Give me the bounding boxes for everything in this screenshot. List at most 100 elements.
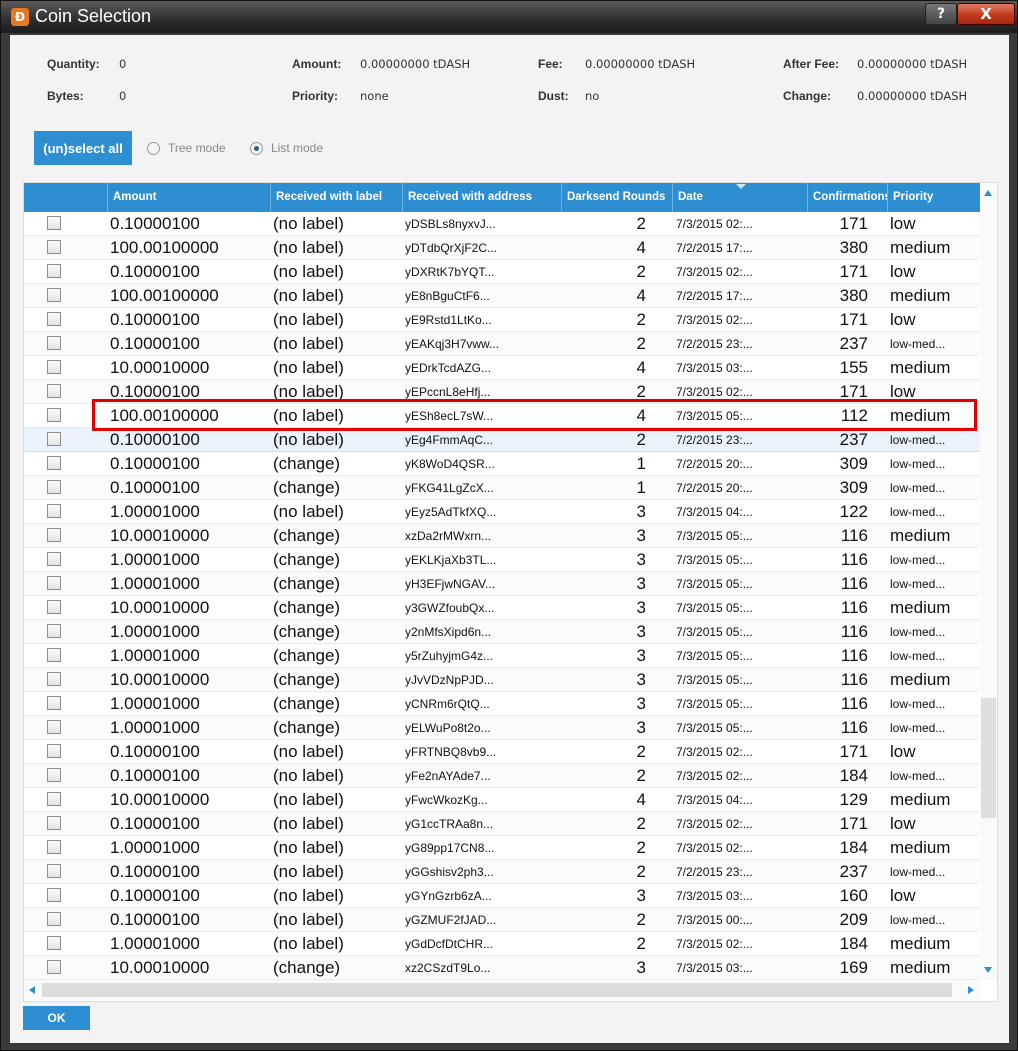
table-row[interactable]: 1.00001000 (no label) yEyz5AdTkfXQ... 3 7/3/… — [24, 500, 980, 524]
column-header-confirmations[interactable]: Confirmations — [807, 183, 887, 212]
close-button[interactable]: X — [957, 3, 1015, 25]
help-button[interactable]: ? — [925, 3, 957, 25]
column-header-label[interactable]: Received with label — [270, 183, 402, 212]
darksend-rounds-cell: 4 — [636, 358, 646, 377]
table-row[interactable]: 0.10000100 (no label) yEAKqj3H7vww... 2 7/2/… — [24, 332, 980, 356]
title-bar[interactable]: Đ Coin Selection ? X — [1, 1, 1017, 33]
row-checkbox[interactable] — [47, 840, 61, 854]
column-header-address[interactable]: Received with address — [402, 183, 561, 212]
column-header-select[interactable] — [24, 183, 107, 212]
row-checkbox[interactable] — [47, 480, 61, 494]
table-row[interactable]: 10.00010000 (no label) yFwcWkozKg... 4 7/3/2… — [24, 788, 980, 812]
row-checkbox[interactable] — [47, 336, 61, 350]
priority-cell: medium — [890, 358, 951, 377]
confirmations-cell: 122 — [839, 502, 868, 521]
table-row[interactable]: 0.10000100 (change) yFKG41LgZcX... 1 7/2/201… — [24, 476, 980, 500]
date-cell: 7/3/2015 04:... — [676, 793, 753, 807]
table-row[interactable]: 10.00010000 (change) y3GWZfoubQx... 3 7/3/20… — [24, 596, 980, 620]
row-checkbox[interactable] — [47, 576, 61, 590]
row-checkbox[interactable] — [47, 264, 61, 278]
table-row[interactable]: 0.10000100 (no label) yGGshisv2ph3... 2 7/2/… — [24, 860, 980, 884]
row-checkbox[interactable] — [47, 432, 61, 446]
priority-cell: medium — [890, 790, 951, 809]
table-row[interactable]: 10.00010000 (change) yJvVDzNpPJD... 3 7/3/20… — [24, 668, 980, 692]
table-row[interactable]: 0.10000100 (no label) yFe2nAYAde7... 2 7/3/2… — [24, 764, 980, 788]
table-row[interactable]: 0.10000100 (no label) yFRTNBQ8vb9... 2 7/3/2… — [24, 740, 980, 764]
scroll-down-arrow-icon[interactable] — [984, 967, 992, 973]
row-checkbox[interactable] — [47, 696, 61, 710]
row-checkbox[interactable] — [47, 864, 61, 878]
scroll-left-arrow-icon[interactable] — [29, 986, 35, 994]
vertical-scrollbar[interactable] — [980, 183, 997, 980]
priority-cell: medium — [890, 598, 951, 617]
priority-cell: low — [890, 214, 916, 233]
date-cell: 7/3/2015 03:... — [676, 361, 753, 375]
table-row[interactable]: 1.00001000 (change) y5rZuhyjmG4z... 3 7/3/20… — [24, 644, 980, 668]
table-row[interactable]: 0.10000100 (no label) yDXRtK7bYQT... 2 7/3/2… — [24, 260, 980, 284]
row-checkbox[interactable] — [47, 888, 61, 902]
table-row[interactable]: 0.10000100 (no label) yE9Rstd1LtKo... 2 7/3/… — [24, 308, 980, 332]
row-checkbox[interactable] — [47, 624, 61, 638]
row-checkbox[interactable] — [47, 456, 61, 470]
table-row[interactable]: 0.10000100 (no label) yG1ccTRAa8n... 2 7/3/2… — [24, 812, 980, 836]
table-row[interactable]: 1.00001000 (change) yH3EFjwNGAV... 3 7/3/201… — [24, 572, 980, 596]
table-row[interactable]: 10.00010000 (no label) yEDrkTcdAZG... 4 7/3/… — [24, 356, 980, 380]
row-checkbox[interactable] — [47, 792, 61, 806]
ok-button[interactable]: OK — [23, 1006, 90, 1030]
label-cell: (no label) — [273, 790, 344, 809]
address-cell: yGdDcfDtCHR... — [405, 937, 494, 951]
table-row[interactable]: 1.00001000 (no label) yGdDcfDtCHR... 2 7/3/2… — [24, 932, 980, 956]
priority-cell: medium — [890, 286, 951, 305]
darksend-rounds-cell: 3 — [636, 502, 646, 521]
table-row[interactable]: 10.00010000 (change) xzDa2rMWxrn... 3 7/3/20… — [24, 524, 980, 548]
table-row[interactable]: 10.00010000 (change) xz2CSzdT9Lo... 3 7/3/20… — [24, 956, 980, 980]
column-header-darksend-rounds[interactable]: Darksend Rounds — [561, 183, 672, 212]
horizontal-scrollbar[interactable] — [24, 980, 980, 1000]
row-checkbox[interactable] — [47, 912, 61, 926]
date-cell: 7/3/2015 02:... — [676, 817, 753, 831]
tree-mode-radio[interactable]: Tree mode — [147, 139, 226, 157]
table-row[interactable]: 100.00100000 (no label) yE8nBguCtF6... 4 7/2… — [24, 284, 980, 308]
row-checkbox[interactable] — [47, 768, 61, 782]
row-checkbox[interactable] — [47, 288, 61, 302]
row-checkbox[interactable] — [47, 816, 61, 830]
row-checkbox[interactable] — [47, 216, 61, 230]
row-checkbox[interactable] — [47, 408, 61, 422]
confirmations-cell: 155 — [839, 358, 868, 377]
row-checkbox[interactable] — [47, 528, 61, 542]
row-checkbox[interactable] — [47, 672, 61, 686]
row-checkbox[interactable] — [47, 648, 61, 662]
vertical-scroll-thumb[interactable] — [981, 698, 996, 818]
row-checkbox[interactable] — [47, 552, 61, 566]
table-row[interactable]: 0.10000100 (no label) yEg4FmmAqC... 2 7/2/20… — [24, 428, 980, 452]
row-checkbox[interactable] — [47, 384, 61, 398]
row-checkbox[interactable] — [47, 240, 61, 254]
horizontal-scroll-thumb[interactable] — [42, 983, 952, 997]
select-all-button[interactable]: (un)select all — [34, 131, 132, 165]
table-row[interactable]: 0.10000100 (no label) yDSBLs8nyxvJ... 2 7/3/… — [24, 212, 980, 236]
table-row[interactable]: 1.00001000 (change) y2nMfsXipd6n... 3 7/3/20… — [24, 620, 980, 644]
table-row[interactable]: 0.10000100 (no label) yGZMUF2fJAD... 2 7/3/2… — [24, 908, 980, 932]
row-checkbox[interactable] — [47, 504, 61, 518]
scroll-up-arrow-icon[interactable] — [984, 190, 992, 196]
table-row[interactable]: 1.00001000 (change) yEKLKjaXb3TL... 3 7/3/20… — [24, 548, 980, 572]
table-row[interactable]: 100.00100000 (no label) yDTdbQrXjF2C... 4 7/… — [24, 236, 980, 260]
address-cell: yEAKqj3H7vww... — [405, 337, 500, 351]
sort-descending-icon — [736, 184, 746, 189]
row-checkbox[interactable] — [47, 960, 61, 974]
scroll-right-arrow-icon[interactable] — [968, 986, 974, 994]
row-checkbox[interactable] — [47, 360, 61, 374]
table-row[interactable]: 1.00001000 (change) yELWuPo8t2o... 3 7/3/201… — [24, 716, 980, 740]
row-checkbox[interactable] — [47, 600, 61, 614]
row-checkbox[interactable] — [47, 720, 61, 734]
table-row[interactable]: 1.00001000 (no label) yG89pp17CN8... 2 7/3/2… — [24, 836, 980, 860]
table-row[interactable]: 0.10000100 (no label) yGYnGzrb6zA... 3 7/3/2… — [24, 884, 980, 908]
row-checkbox[interactable] — [47, 744, 61, 758]
column-header-priority[interactable]: Priority — [887, 183, 980, 212]
table-row[interactable]: 0.10000100 (change) yK8WoD4QSR... 1 7/2/2015… — [24, 452, 980, 476]
table-row[interactable]: 1.00001000 (change) yCNRm6rQtQ... 3 7/3/2015… — [24, 692, 980, 716]
row-checkbox[interactable] — [47, 312, 61, 326]
list-mode-radio[interactable]: List mode — [250, 139, 323, 157]
row-checkbox[interactable] — [47, 936, 61, 950]
column-header-amount[interactable]: Amount — [107, 183, 270, 212]
